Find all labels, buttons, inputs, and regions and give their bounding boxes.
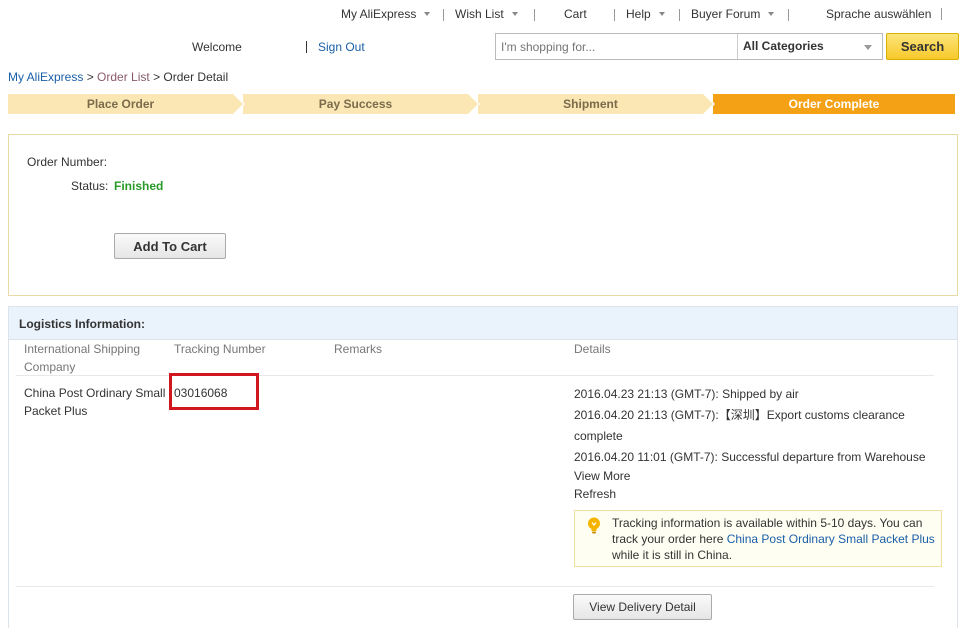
nav-divider [941, 8, 942, 20]
chevron-down-icon [424, 11, 431, 16]
step-label: Pay Success [318, 97, 393, 111]
nav-my-aliexpress-label: My AliExpress [341, 7, 417, 21]
category-select[interactable]: All Categories [738, 34, 882, 59]
sign-out-link[interactable]: Sign Out [318, 40, 365, 54]
chevron-down-icon [864, 45, 872, 50]
breadcrumb-separator: > [83, 70, 98, 84]
tracking-notice: Tracking information is available within… [574, 510, 942, 567]
breadcrumb-order-list[interactable]: Order List [97, 70, 150, 84]
welcome-text: Welcome [192, 40, 242, 54]
status-badge: Finished [114, 179, 164, 193]
breadcrumb-my-aliexpress[interactable]: My AliExpress [8, 70, 83, 84]
welcome-divider [306, 41, 307, 53]
shipping-company: China Post Ordinary Small Packet Plus [24, 386, 166, 418]
step-arrow [233, 94, 243, 114]
refresh-link[interactable]: Refresh [574, 485, 616, 503]
order-info-panel: Order Number: Status: Finished Add To Ca… [8, 134, 958, 296]
breadcrumb-current: Order Detail [163, 70, 229, 84]
order-progress-steps: Place Order Pay Success Shipment Order C… [8, 94, 955, 114]
nav-cart[interactable]: Cart [564, 7, 587, 21]
tracking-event: 2016.04.23 21:13 (GMT-7): Shipped by air [574, 387, 799, 401]
nav-buyer-forum[interactable]: Buyer Forum [691, 7, 775, 21]
add-to-cart-button[interactable]: Add To Cart [114, 233, 226, 259]
tracking-event: complete [574, 429, 623, 443]
chevron-down-icon [511, 11, 518, 16]
step-label: Shipment [563, 97, 618, 111]
nav-my-aliexpress[interactable]: My AliExpress [341, 7, 431, 21]
row-divider [16, 586, 934, 587]
step-pay-success: Pay Success [243, 94, 480, 114]
chevron-down-icon [768, 11, 775, 16]
nav-help[interactable]: Help [626, 7, 665, 21]
chevron-down-icon [658, 11, 665, 16]
step-order-complete: Order Complete [713, 94, 955, 114]
nav-buyer-forum-label: Buyer Forum [691, 7, 761, 21]
column-header-details: Details [574, 342, 611, 356]
step-arrow [703, 94, 713, 114]
search-bar: All Categories [495, 33, 883, 60]
column-header-company: International Shipping Company [24, 342, 141, 374]
breadcrumb-separator: > [149, 70, 164, 84]
tracking-number-highlight [169, 373, 259, 410]
order-number-label: Order Number: [27, 155, 108, 169]
nav-divider [788, 9, 789, 21]
row-divider [16, 375, 934, 376]
category-select-label: All Categories [743, 39, 824, 53]
step-label: Order Complete [788, 97, 880, 111]
order-status-label: Status: [71, 179, 109, 193]
nav-help-label: Help [626, 7, 651, 21]
nav-wish-list-label: Wish List [455, 7, 504, 21]
nav-divider [534, 9, 535, 21]
column-header-tracking: Tracking Number [174, 342, 266, 356]
nav-divider [679, 9, 680, 21]
breadcrumb: My AliExpress > Order List > Order Detai… [8, 70, 228, 84]
view-delivery-detail-button[interactable]: View Delivery Detail [573, 594, 712, 620]
top-nav: My AliExpress Wish List Cart Help Buyer … [0, 7, 961, 25]
lightbulb-icon [588, 517, 600, 534]
view-more-link[interactable]: View More [574, 467, 630, 485]
nav-wish-list[interactable]: Wish List [455, 7, 518, 21]
tracking-notice-text: Tracking information is available within… [612, 515, 936, 563]
search-input[interactable] [496, 34, 738, 59]
notice-text-after: while it is still in China. [612, 548, 733, 562]
logistics-header: Logistics Information: [9, 307, 957, 340]
step-shipment: Shipment [478, 94, 715, 114]
step-arrow [468, 94, 478, 114]
step-place-order: Place Order [8, 94, 245, 114]
language-selector[interactable]: Sprache auswählen [826, 7, 931, 21]
nav-divider [443, 9, 444, 21]
tracking-event: 2016.04.20 11:01 (GMT-7): Successful dep… [574, 450, 926, 464]
column-header-remarks: Remarks [334, 342, 383, 356]
step-label: Place Order [86, 97, 155, 111]
logistics-title: Logistics Information: [19, 317, 145, 331]
nav-divider [614, 9, 615, 21]
search-button[interactable]: Search [886, 33, 959, 60]
china-post-tracking-link[interactable]: China Post Ordinary Small Packet Plus [727, 532, 935, 546]
tracking-event: 2016.04.20 21:13 (GMT-7):【深圳】Export cust… [574, 408, 905, 422]
